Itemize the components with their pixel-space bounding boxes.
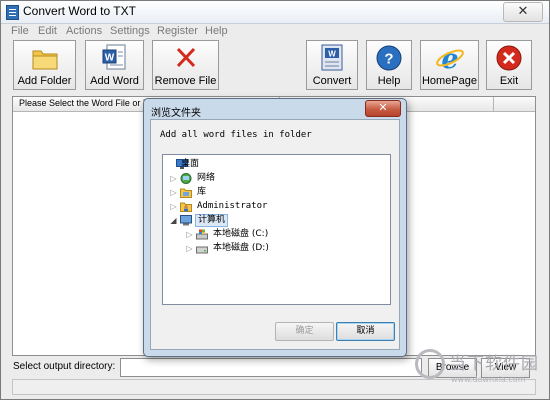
tree-item-label: 本地磁盘 (D:) xyxy=(213,243,269,253)
app-icon xyxy=(6,5,19,20)
help-button[interactable]: ? Help xyxy=(366,40,412,90)
dialog-description: Add all word files in folder xyxy=(160,130,312,140)
convert-button[interactable]: W Convert xyxy=(306,40,358,90)
add-folder-label: Add Folder xyxy=(17,75,72,87)
tree-item-label: 网络 xyxy=(197,173,216,183)
folder-tree[interactable]: 桌面 ▷ 网络 ▷ 库 ▷ Administrator ◢ 计算机 ▷ 本地磁盘… xyxy=(162,154,391,305)
column-divider[interactable] xyxy=(493,97,494,111)
watermark-url: www.downxia.com xyxy=(451,375,526,384)
collapse-arrow-icon[interactable]: ◢ xyxy=(169,214,178,227)
homepage-button[interactable]: e HomePage xyxy=(420,40,479,90)
expand-arrow-icon[interactable]: ▷ xyxy=(169,200,178,213)
watermark: 当下软件园 www.downxia.com xyxy=(413,341,549,399)
menu-bar: File Edit Actions Settings Register Help xyxy=(1,24,549,40)
help-icon: ? xyxy=(376,45,402,71)
watermark-text: 当下软件园 xyxy=(449,354,539,374)
remove-file-label: Remove File xyxy=(154,75,217,87)
menu-register[interactable]: Register xyxy=(157,25,198,37)
convert-document-icon: W xyxy=(321,44,343,71)
tree-item-label: 库 xyxy=(197,187,207,197)
output-directory-input[interactable] xyxy=(120,358,422,377)
drive-icon xyxy=(196,246,208,254)
tree-item-label: 桌面 xyxy=(181,159,200,169)
watermark-logo-icon xyxy=(415,349,445,379)
expand-arrow-icon[interactable]: ▷ xyxy=(185,228,194,241)
remove-file-button[interactable]: Remove File xyxy=(152,40,219,90)
folder-icon xyxy=(32,50,57,70)
toolbar: Add Folder W Add Word Remove File W Conv… xyxy=(1,40,549,94)
user-folder-icon xyxy=(180,202,192,212)
ok-button[interactable]: 确定 xyxy=(275,322,334,341)
system-drive-icon xyxy=(196,229,208,240)
title-bar: Convert Word to TXT ✕ xyxy=(1,1,549,24)
menu-edit[interactable]: Edit xyxy=(38,25,57,37)
dialog-title: 浏览文件夹 xyxy=(151,108,201,119)
library-icon xyxy=(180,188,192,198)
menu-settings[interactable]: Settings xyxy=(110,25,150,37)
svg-text:W: W xyxy=(104,53,114,64)
help-label: Help xyxy=(377,75,401,87)
network-icon xyxy=(180,173,192,184)
exit-button[interactable]: Exit xyxy=(486,40,532,90)
svg-text:e: e xyxy=(441,44,458,73)
homepage-label: HomePage xyxy=(421,75,478,87)
dialog-body: Add all word files in folder 桌面 ▷ 网络 ▷ 库… xyxy=(150,119,400,350)
expand-arrow-icon[interactable]: ▷ xyxy=(169,172,178,185)
computer-icon xyxy=(180,215,192,226)
svg-text:?: ? xyxy=(384,51,393,68)
output-directory-label: Select output directory: xyxy=(13,361,116,372)
add-folder-button[interactable]: Add Folder xyxy=(13,40,76,90)
internet-explorer-icon: e xyxy=(435,44,464,73)
window-title: Convert Word to TXT xyxy=(23,4,136,18)
menu-actions[interactable]: Actions xyxy=(66,25,102,37)
convert-label: Convert xyxy=(312,75,352,87)
exit-icon xyxy=(496,45,522,71)
tree-item-label: 计算机 xyxy=(195,214,229,227)
browse-folder-dialog: 浏览文件夹 ✕ Add all word files in folder 桌面 … xyxy=(143,98,407,357)
red-x-icon xyxy=(176,47,195,68)
expand-arrow-icon[interactable]: ▷ xyxy=(185,242,194,255)
dialog-close-button[interactable]: ✕ xyxy=(365,100,401,117)
cancel-button[interactable]: 取消 xyxy=(336,322,395,341)
main-window: Convert Word to TXT ✕ File Edit Actions … xyxy=(0,0,550,400)
add-word-label: Add Word xyxy=(90,75,139,87)
add-word-button[interactable]: W Add Word xyxy=(85,40,144,90)
menu-file[interactable]: File xyxy=(11,25,29,37)
word-document-icon: W xyxy=(102,44,125,70)
menu-help[interactable]: Help xyxy=(205,25,228,37)
expand-arrow-icon[interactable]: ▷ xyxy=(169,186,178,199)
tree-item-label: Administrator xyxy=(197,201,268,211)
exit-label: Exit xyxy=(499,75,519,87)
tree-item-label: 本地磁盘 (C:) xyxy=(213,229,269,239)
svg-text:W: W xyxy=(328,50,336,59)
window-close-button[interactable]: ✕ xyxy=(503,2,543,22)
